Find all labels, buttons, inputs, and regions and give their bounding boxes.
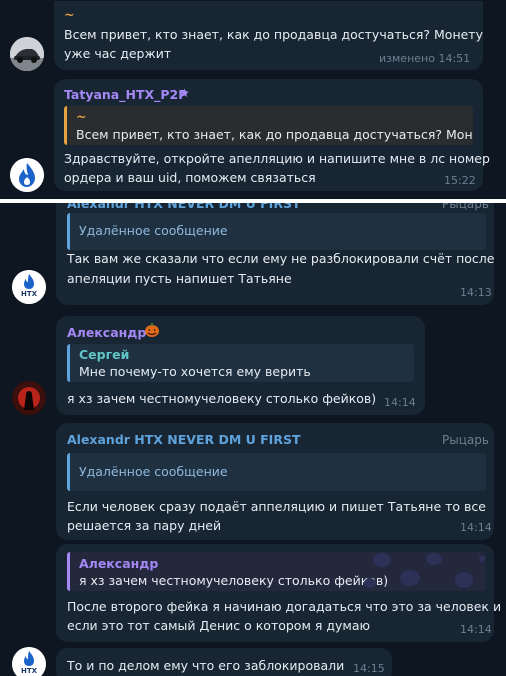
quote-text: Всем привет, кто знает, как до продавца … [76,127,473,142]
sender-name[interactable]: Александр [67,325,146,340]
reply-quote-deleted[interactable]: Удалённое сообщение [67,453,486,491]
message-text-line: решается за пару дней [67,518,222,533]
message-text: я хз зачем честномучеловеку столько фейк… [67,391,377,406]
reply-quote[interactable]: Александр я хз зачем честномучеловеку ст… [67,552,486,591]
pumpkin-icon [144,322,160,338]
message-text-line: если это тот самый Денис о котором я дум… [67,618,371,633]
sender-name[interactable]: Tatyana_HTX_P2P [64,87,187,102]
message-bubble[interactable]: Tatyana_HTX_P2P ★ ~ Всем привет, кто зна… [54,79,490,191]
message-time: 15:22 [444,174,476,187]
message-bubble[interactable]: Alexandr HTX NEVER DM U FIRST Рыцарь Уда… [56,423,494,540]
htx-avatar-label: HTX [20,290,38,298]
message-bubble[interactable]: Александр я хз зачем честномучеловеку ст… [56,544,501,642]
htx-avatar[interactable]: HTX [12,270,46,304]
message-time: 14:13 [460,286,492,299]
quote-text: Мне почему-то хочется ему верить [79,364,311,379]
message-bubble[interactable]: ~ Всем привет, кто знает, как до продавц… [54,1,483,70]
quote-text: я хз зачем честномучеловеку столько фейк… [79,573,389,588]
reply-quote-deleted[interactable]: Удалённое сообщение [67,213,486,250]
message-text-line: Если человек сразу подаёт аппеляцию и пи… [67,499,486,514]
pumpkin-pattern-icon [364,553,486,588]
message-edited-time: изменено 14:51 [379,52,471,65]
message-text-line: Здравствуйте, откройте апелляцию и напиш… [64,151,490,166]
quote-sender-name: Сергей [79,347,130,362]
admin-rank: Рыцарь [442,433,489,447]
quote-sender-name: ~ [76,109,87,124]
star-icon: ★ [179,86,190,100]
htx-avatar-label: HTX [20,667,38,675]
message-time: 14:15 [353,662,385,675]
message-bubble[interactable]: Alexandr HTX NEVER DM U FIRST Рыцарь Уда… [56,203,494,305]
admin-rank: Рыцарь [442,203,489,211]
message-text-line: ордера и ваш uid, поможем связаться [64,170,316,185]
message-time: 14:14 [384,396,416,409]
message-time: 14:14 [460,623,492,636]
reply-quote[interactable]: Сергей Мне почему-то хочется ему верить [67,344,414,382]
message-text-line: Так вам же сказали что если ему не разбл… [67,251,495,266]
reply-quote[interactable]: ~ Всем привет, кто знает, как до продавц… [64,106,473,145]
message-bubble[interactable]: То и по делом ему что его заблокировали … [56,648,392,676]
sender-name[interactable]: Alexandr HTX NEVER DM U FIRST [67,203,300,211]
message-text: То и по делом ему что его заблокировали [67,658,345,673]
htx-avatar[interactable] [10,158,44,192]
htx-avatar[interactable]: HTX [12,647,46,676]
sender-name[interactable]: Alexandr HTX NEVER DM U FIRST [67,432,300,447]
sender-name[interactable]: ~ [64,7,74,22]
message-text-line: апеляции пусть напишет Татьяне [67,271,292,286]
quote-sender-name: Александр [79,556,159,571]
chat-screenshot-top: ~ Всем привет, кто знает, как до продавц… [0,0,506,199]
quote-text: Удалённое сообщение [79,464,228,479]
user-avatar-car[interactable] [10,37,44,71]
message-bubble[interactable]: Александр Сергей Мне почему-то хочется е… [56,316,425,415]
message-time: 14:14 [460,521,492,534]
message-text-line: Всем привет, кто знает, как до продавца … [64,27,483,42]
user-avatar-dark[interactable] [12,381,46,415]
message-text-line: уже час держит [64,46,172,61]
chat-screenshot-bottom: Alexandr HTX NEVER DM U FIRST Рыцарь Уда… [0,203,506,676]
message-text-line: После второго фейка я начинаю догадаться… [67,599,502,614]
quote-text: Удалённое сообщение [79,223,228,238]
